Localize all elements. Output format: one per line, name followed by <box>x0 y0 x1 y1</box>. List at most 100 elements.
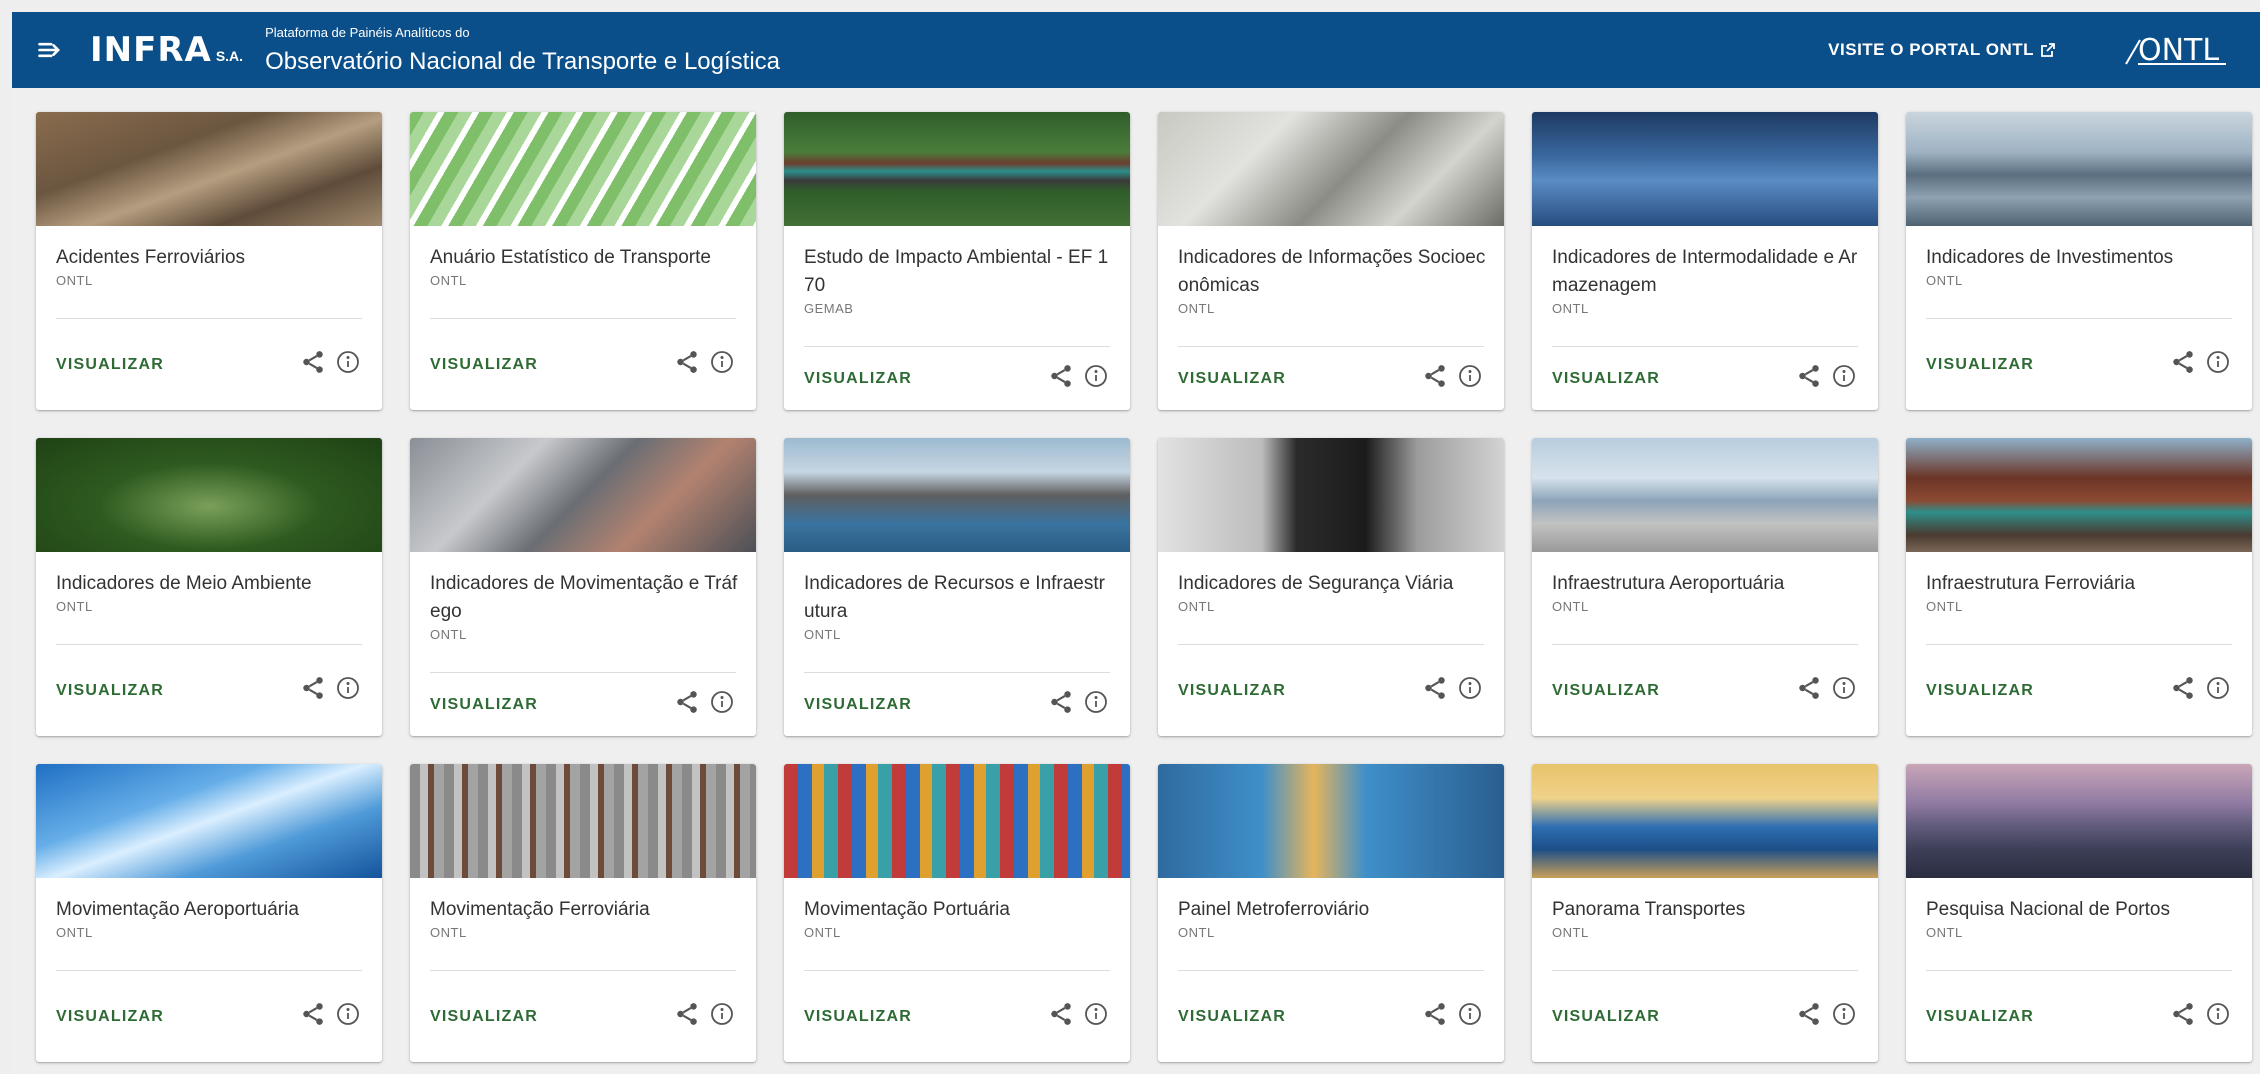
card-icon-group <box>674 689 734 720</box>
card-title: Indicadores de Recursos e Infraestrutura <box>804 573 1105 622</box>
dashboard-card: Pesquisa Nacional de Portos ONTL VISUALI… <box>1906 764 2252 1062</box>
visualize-button[interactable]: VISUALIZAR <box>430 1008 538 1026</box>
card-organization: ONTL <box>1552 599 1589 614</box>
card-actions: VISUALIZAR <box>56 970 362 1062</box>
info-icon[interactable] <box>336 1002 360 1031</box>
share-icon[interactable] <box>1422 675 1448 706</box>
dashboard-card: Anuário Estatístico de Transporte ONTL V… <box>410 112 756 410</box>
menu-open-icon[interactable] <box>20 12 80 88</box>
info-icon[interactable] <box>1832 676 1856 705</box>
card-title-block: Panorama Transportes ONTL <box>1552 896 1862 941</box>
card-title: Acidentes Ferroviários <box>56 247 246 268</box>
card-thumbnail[interactable] <box>1158 112 1504 226</box>
visualize-button[interactable]: VISUALIZAR <box>430 696 538 714</box>
info-icon[interactable] <box>1458 1002 1482 1031</box>
info-icon[interactable] <box>1084 690 1108 719</box>
share-icon[interactable] <box>1796 675 1822 706</box>
card-thumbnail[interactable] <box>36 764 382 878</box>
visualize-button[interactable]: VISUALIZAR <box>1926 1008 2034 1026</box>
dashboard-card: Indicadores de Informações Socioeconômic… <box>1158 112 1504 410</box>
share-icon[interactable] <box>1422 1001 1448 1032</box>
card-thumbnail[interactable] <box>784 438 1130 552</box>
card-thumbnail[interactable] <box>1532 764 1878 878</box>
share-icon[interactable] <box>1048 1001 1074 1032</box>
info-icon[interactable] <box>2206 350 2230 379</box>
info-icon[interactable] <box>336 676 360 705</box>
card-actions: VISUALIZAR <box>804 970 1110 1062</box>
share-icon[interactable] <box>300 675 326 706</box>
infra-logo[interactable]: INFRA S.A. <box>90 30 243 70</box>
visualize-button[interactable]: VISUALIZAR <box>1552 1008 1660 1026</box>
card-thumbnail[interactable] <box>36 112 382 226</box>
share-icon[interactable] <box>674 1001 700 1032</box>
card-title: Movimentação Aeroportuária <box>56 899 299 920</box>
share-icon[interactable] <box>2170 675 2196 706</box>
card-icon-group <box>2170 349 2230 380</box>
card-thumbnail[interactable] <box>36 438 382 552</box>
visualize-button[interactable]: VISUALIZAR <box>1552 370 1660 388</box>
info-icon[interactable] <box>1458 364 1482 393</box>
visualize-button[interactable]: VISUALIZAR <box>56 682 164 700</box>
card-thumbnail[interactable] <box>1906 438 2252 552</box>
card-thumbnail[interactable] <box>410 438 756 552</box>
info-icon[interactable] <box>710 350 734 379</box>
share-icon[interactable] <box>674 689 700 720</box>
visualize-button[interactable]: VISUALIZAR <box>1178 370 1286 388</box>
card-thumbnail[interactable] <box>784 112 1130 226</box>
visualize-button[interactable]: VISUALIZAR <box>1178 1008 1286 1026</box>
share-icon[interactable] <box>1796 1001 1822 1032</box>
card-actions: VISUALIZAR <box>56 318 362 410</box>
share-icon[interactable] <box>300 1001 326 1032</box>
visualize-button[interactable]: VISUALIZAR <box>804 1008 912 1026</box>
card-thumbnail[interactable] <box>1532 438 1878 552</box>
card-title-block: Movimentação Portuária ONTL <box>804 896 1114 941</box>
visualize-button[interactable]: VISUALIZAR <box>1926 356 2034 374</box>
share-icon[interactable] <box>300 349 326 380</box>
info-icon[interactable] <box>710 690 734 719</box>
visualize-button[interactable]: VISUALIZAR <box>1178 682 1286 700</box>
dashboard-card: Acidentes Ferroviários ONTL VISUALIZAR <box>36 112 382 410</box>
info-icon[interactable] <box>710 1002 734 1031</box>
card-thumbnail[interactable] <box>410 112 756 226</box>
share-icon[interactable] <box>674 349 700 380</box>
info-icon[interactable] <box>2206 1002 2230 1031</box>
card-icon-group <box>1796 1001 1856 1032</box>
card-organization: ONTL <box>804 627 841 642</box>
card-title: Pesquisa Nacional de Portos <box>1926 899 2170 920</box>
dashboard-card: Infraestrutura Ferroviária ONTL VISUALIZ… <box>1906 438 2252 736</box>
card-thumbnail[interactable] <box>784 764 1130 878</box>
visualize-button[interactable]: VISUALIZAR <box>430 356 538 374</box>
card-actions: VISUALIZAR <box>1552 970 1858 1062</box>
card-thumbnail[interactable] <box>410 764 756 878</box>
info-icon[interactable] <box>1832 1002 1856 1031</box>
visit-portal-link[interactable]: VISITE O PORTAL ONTL <box>1828 40 2056 60</box>
card-icon-group <box>1796 363 1856 394</box>
card-organization: ONTL <box>430 925 467 940</box>
visualize-button[interactable]: VISUALIZAR <box>804 696 912 714</box>
card-thumbnail[interactable] <box>1532 112 1878 226</box>
share-icon[interactable] <box>1796 363 1822 394</box>
info-icon[interactable] <box>1832 364 1856 393</box>
visualize-button[interactable]: VISUALIZAR <box>56 356 164 374</box>
info-icon[interactable] <box>1084 364 1108 393</box>
info-icon[interactable] <box>2206 676 2230 705</box>
ontl-logo[interactable]: ONTL <box>2120 28 2230 72</box>
info-icon[interactable] <box>1084 1002 1108 1031</box>
card-actions: VISUALIZAR <box>804 672 1110 736</box>
card-thumbnail[interactable] <box>1158 764 1504 878</box>
share-icon[interactable] <box>2170 349 2196 380</box>
info-icon[interactable] <box>336 350 360 379</box>
info-icon[interactable] <box>1458 676 1482 705</box>
visualize-button[interactable]: VISUALIZAR <box>1926 682 2034 700</box>
visualize-button[interactable]: VISUALIZAR <box>1552 682 1660 700</box>
card-icon-group <box>674 349 734 380</box>
share-icon[interactable] <box>1048 689 1074 720</box>
card-thumbnail[interactable] <box>1906 112 2252 226</box>
card-thumbnail[interactable] <box>1158 438 1504 552</box>
share-icon[interactable] <box>1422 363 1448 394</box>
share-icon[interactable] <box>2170 1001 2196 1032</box>
visualize-button[interactable]: VISUALIZAR <box>56 1008 164 1026</box>
card-thumbnail[interactable] <box>1906 764 2252 878</box>
share-icon[interactable] <box>1048 363 1074 394</box>
visualize-button[interactable]: VISUALIZAR <box>804 370 912 388</box>
